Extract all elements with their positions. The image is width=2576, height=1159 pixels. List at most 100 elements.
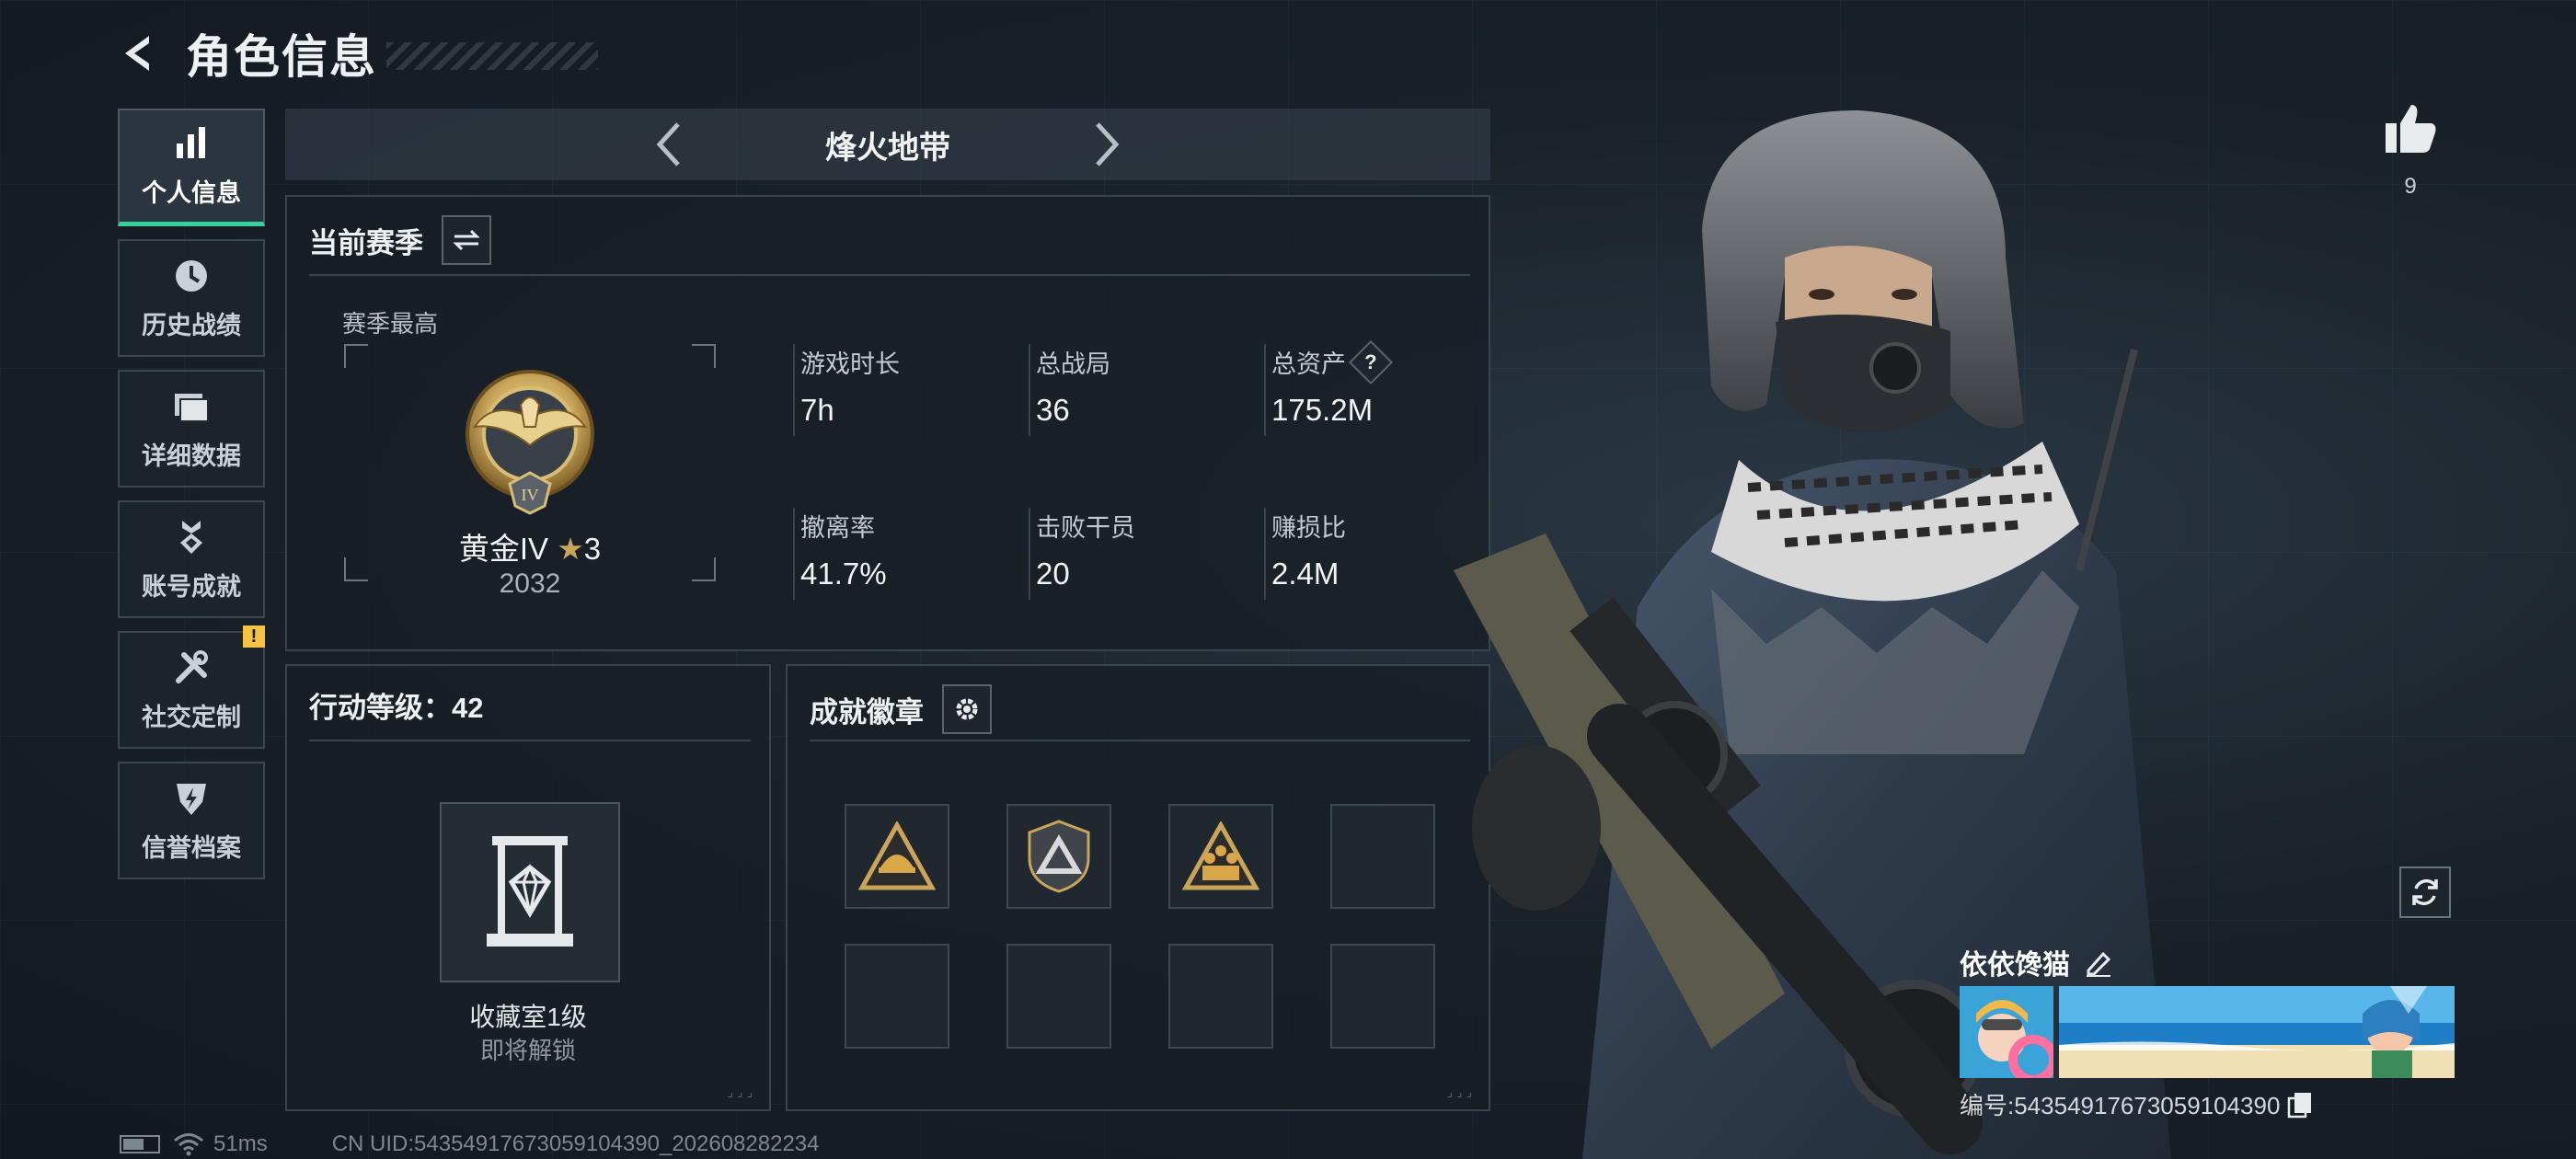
badge-slot-empty[interactable] [1006, 944, 1111, 1049]
clock-icon [176, 259, 207, 292]
stat-value: 7h [800, 393, 834, 427]
page-title: 角色信息 [186, 31, 377, 83]
divider [309, 274, 1470, 276]
rank-name-row: 黄金IV ★3 [344, 524, 716, 568]
gold-rank-emblem-icon: IV [466, 370, 594, 515]
stat-extract-rate: 撤离率 41.7% [793, 508, 1014, 600]
like-button[interactable]: 9 [2381, 103, 2440, 200]
wifi-icon [174, 1133, 203, 1156]
season-title: 当前赛季 [309, 226, 423, 259]
back-arrow-icon[interactable] [118, 32, 160, 75]
like-count: 9 [2404, 174, 2417, 199]
collection-room-icon [487, 836, 573, 947]
medal-icon [180, 520, 202, 554]
player-card-images [1960, 986, 2456, 1078]
sidebar-item-label: 社交定制 [142, 703, 241, 731]
player-card: 依依馋猫 编号:5435491767305910439​0 [1960, 944, 2456, 1121]
rank-stars: 3 [583, 532, 602, 566]
action-level-panel: 行动等级：42 收藏室1级 即将解锁 ⌟⌟⌟ [285, 664, 771, 1111]
mode-selector: 烽火地带 [285, 109, 1490, 180]
status-footer: 51ms CN UID:5435491767305910439​0_202608… [120, 1130, 820, 1159]
stat-label: 击败干员 [1036, 514, 1135, 542]
stat-label: 撤离率 [800, 514, 875, 542]
level-panel-header: 行动等级：42 [309, 684, 483, 726]
battery-icon [120, 1135, 160, 1153]
player-id-row: 编号:5435491767305910439​0 [1960, 1087, 2456, 1121]
divider [309, 740, 751, 741]
stat-label: 总资产 [1271, 350, 1346, 378]
mode-title: 烽火地带 [825, 130, 950, 166]
chevron-left-icon[interactable] [650, 119, 687, 170]
star-icon: ★ [557, 532, 584, 566]
sidebar-item-history[interactable]: 历史战绩 [118, 239, 265, 357]
chevron-right-icon[interactable] [1088, 119, 1125, 170]
bar-chart-icon [177, 127, 205, 158]
help-icon-glyph: ? [1364, 350, 1377, 373]
stat-play-time: 游戏时长 7h [793, 344, 1014, 436]
badge-slot-empty[interactable] [845, 944, 949, 1049]
sidebar-item-label: 详细数据 [142, 442, 241, 470]
season-panel-header: 当前赛季 [309, 215, 491, 265]
badge-slot-empty[interactable] [1330, 804, 1435, 909]
badge-helmet-icon [858, 821, 936, 890]
divider [810, 740, 1470, 741]
sidebar-item-achievements[interactable]: 账号成就 [118, 500, 265, 618]
badge-team-icon [1182, 821, 1259, 890]
player-avatar[interactable] [1960, 986, 2053, 1078]
rank-name: 黄金IV [458, 532, 549, 566]
badge-settings-button[interactable] [942, 684, 992, 734]
badge-shield-icon [1028, 820, 1090, 893]
badge-slot-empty[interactable] [1330, 944, 1435, 1049]
collection-room-status: 即将解锁 [479, 1037, 576, 1064]
badge-slot-empty[interactable] [1168, 944, 1273, 1049]
stat-label: 游戏时长 [800, 350, 900, 378]
sidebar: 个人信息 历史战绩 详细数据 账号成就 ! 社交定制 信誉档案 [118, 109, 265, 892]
stat-label: 总战局 [1036, 350, 1110, 378]
help-icon[interactable]: ? [1348, 339, 1394, 384]
warning-badge: ! [243, 625, 265, 648]
sidebar-item-label: 信誉档案 [142, 833, 241, 862]
badge-title: 成就徽章 [810, 695, 924, 729]
tools-icon [176, 649, 208, 683]
title-stripe-decoration [386, 42, 598, 70]
swap-arrows-icon [453, 229, 480, 251]
header: 角色信息 [118, 26, 598, 83]
ping-value: 51ms [213, 1131, 268, 1156]
collection-room-button[interactable] [440, 802, 620, 982]
badge-panel-header: 成就徽章 [810, 684, 992, 734]
folder-icon [175, 393, 209, 422]
sidebar-item-label: 历史战绩 [142, 311, 241, 339]
badge-slot-2[interactable] [1006, 804, 1111, 909]
rotate-model-button[interactable] [2399, 866, 2451, 918]
sidebar-item-reputation[interactable]: 信誉档案 [118, 762, 265, 879]
season-panel: 当前赛季 赛季最高 IV 黄金IV ★3 2032 游戏时长 7h 总战局 36… [285, 195, 1490, 651]
player-name: 依依馋猫 [1960, 950, 2070, 981]
player-banner[interactable] [2059, 986, 2455, 1078]
sidebar-item-label: 个人信息 [142, 179, 241, 207]
action-level-title: 行动等级：42 [309, 692, 484, 724]
stat-total-matches: 总战局 36 [1029, 344, 1249, 436]
copy-icon[interactable] [2287, 1091, 2313, 1119]
shield-icon [177, 783, 206, 815]
stat-value: 36 [1036, 393, 1070, 427]
frame-corner [344, 344, 368, 368]
uid-text: CN UID:5435491767305910439​0_20260828223… [331, 1131, 820, 1156]
player-id: 编号:5435491767305910439​0 [1960, 1092, 2281, 1119]
stat-value: 20 [1036, 557, 1070, 591]
sidebar-item-personal-info[interactable]: 个人信息 [118, 109, 265, 226]
badge-slot-3[interactable] [1168, 804, 1273, 909]
panel-corner-decoration: ⌟⌟⌟ [727, 1084, 756, 1099]
badge-slot-1[interactable] [845, 804, 949, 909]
switch-season-button[interactable] [442, 215, 491, 265]
thumbs-up-icon [2386, 105, 2436, 153]
rank-score: 2032 [499, 568, 561, 599]
sidebar-item-label: 账号成就 [142, 572, 241, 601]
sidebar-item-detailed-data[interactable]: 详细数据 [118, 370, 265, 488]
rotate-icon [2412, 878, 2438, 906]
sidebar-item-social-custom[interactable]: ! 社交定制 [118, 625, 265, 749]
edit-pencil-icon[interactable] [2083, 947, 2114, 978]
frame-corner [692, 344, 716, 368]
gear-icon [956, 698, 978, 720]
collection-room-name: 收藏室1级 [469, 1003, 587, 1031]
stat-operators-defeated: 击败干员 20 [1029, 508, 1249, 600]
